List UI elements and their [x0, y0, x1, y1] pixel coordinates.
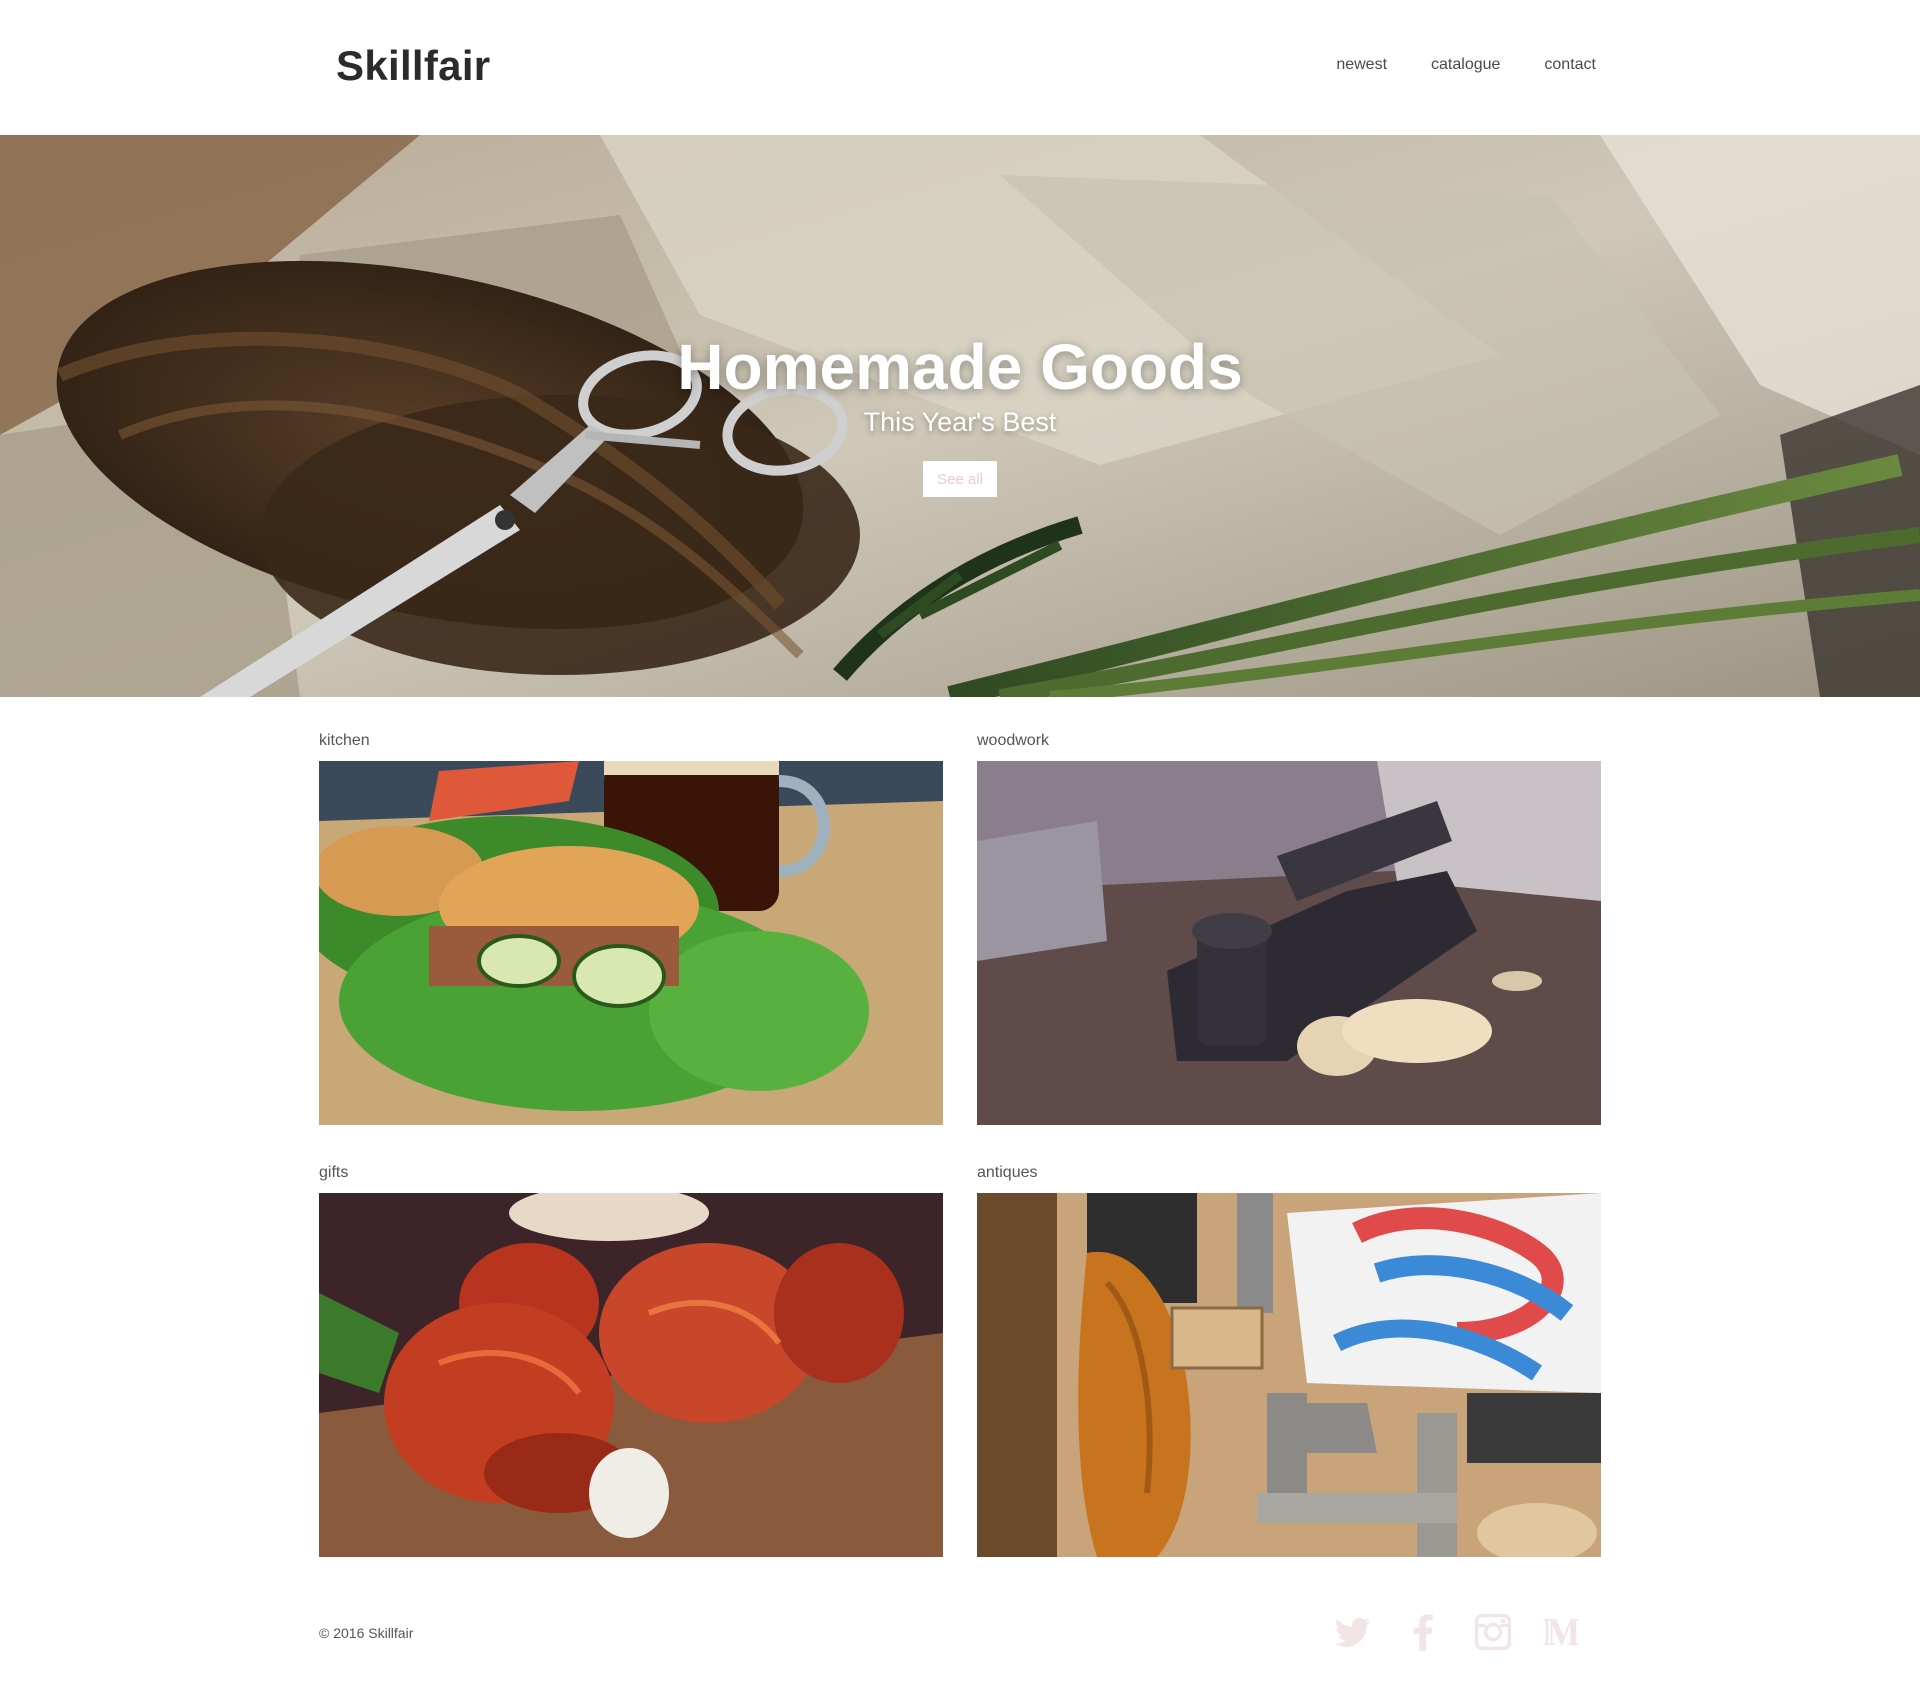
category-antiques: antiques: [977, 1164, 1601, 1557]
category-label[interactable]: woodwork: [977, 732, 1601, 756]
facebook-icon[interactable]: [1403, 1612, 1443, 1652]
woodwork-image[interactable]: [977, 761, 1601, 1125]
nav-link-catalogue[interactable]: catalogue: [1431, 56, 1500, 74]
nav-link-contact[interactable]: contact: [1544, 56, 1596, 74]
nav-link-newest[interactable]: newest: [1336, 56, 1387, 74]
site-logo[interactable]: Skillfair: [336, 42, 490, 90]
category-kitchen: kitchen: [319, 732, 943, 1125]
hero-title: Homemade Goods: [677, 331, 1243, 403]
social-links: [1333, 1612, 1583, 1652]
category-label[interactable]: gifts: [319, 1164, 943, 1188]
site-header: Skillfair newest catalogue contact: [0, 0, 1920, 135]
twitter-icon[interactable]: [1333, 1612, 1373, 1652]
kitchen-image[interactable]: [319, 761, 943, 1125]
medium-icon[interactable]: [1543, 1612, 1583, 1652]
category-label[interactable]: antiques: [977, 1164, 1601, 1188]
hero-subtitle: This Year's Best: [863, 407, 1057, 437]
category-gifts: gifts: [319, 1164, 943, 1557]
gifts-image[interactable]: [319, 1193, 943, 1557]
hero-banner: Homemade Goods This Year's Best See all: [0, 135, 1920, 697]
copyright-text: © 2016 Skillfair: [319, 1625, 414, 1641]
category-label[interactable]: kitchen: [319, 732, 943, 756]
main-nav: newest catalogue contact: [1336, 56, 1596, 74]
antiques-image[interactable]: [977, 1193, 1601, 1557]
instagram-icon[interactable]: [1473, 1612, 1513, 1652]
see-all-button[interactable]: See all: [923, 461, 997, 497]
category-woodwork: woodwork: [977, 732, 1601, 1125]
